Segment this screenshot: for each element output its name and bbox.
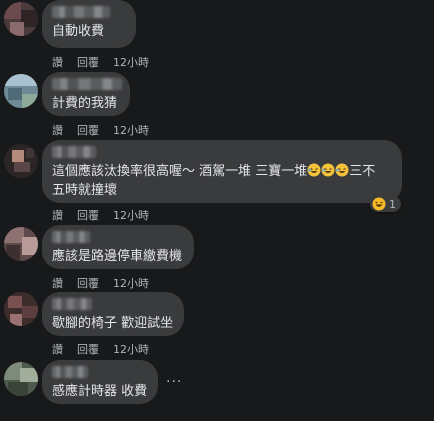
laughing-emoji-icon [307, 163, 321, 177]
comment-text-suffix: 三不 [349, 164, 376, 179]
author-name-blurred[interactable] [52, 366, 88, 378]
reaction-summary[interactable]: 1 [370, 196, 401, 212]
author-name-blurred[interactable] [52, 146, 96, 158]
avatar[interactable] [4, 292, 38, 326]
avatar[interactable] [4, 74, 38, 108]
comment-bubble: 計費的我猜 [42, 72, 130, 116]
comment-bubble: 自動收費 [42, 0, 136, 48]
reply-button[interactable]: 回覆 [77, 275, 99, 291]
author-name-blurred[interactable] [52, 78, 122, 90]
comment-bubble: 這個應該汰換率很高喔～ 酒駕一堆 三寶一堆 三不五時就撞壞 [42, 140, 402, 203]
avatar[interactable] [4, 144, 38, 178]
reply-button[interactable]: 回覆 [77, 54, 99, 70]
comment-text: 感應計時器 收費 [52, 384, 148, 399]
comment-actions: 讚 回覆 12小時 [52, 341, 149, 357]
comment-actions: 讚 回覆 12小時 [52, 122, 149, 138]
author-name-blurred[interactable] [52, 6, 110, 18]
comment-text: 計費的我猜 [52, 96, 118, 111]
reply-button[interactable]: 回覆 [77, 207, 99, 223]
comment-actions: 讚 回覆 12小時 [52, 207, 149, 223]
reaction-count: 1 [389, 197, 396, 211]
avatar[interactable] [4, 227, 38, 261]
avatar[interactable] [4, 2, 38, 36]
haha-reaction-icon [372, 197, 386, 211]
like-button[interactable]: 讚 [52, 207, 63, 223]
timestamp[interactable]: 12小時 [113, 207, 149, 223]
laughing-emoji-group [307, 163, 349, 179]
comment-actions: 讚 回覆 12小時 [52, 54, 149, 70]
like-button[interactable]: 讚 [52, 275, 63, 291]
avatar[interactable] [4, 362, 38, 396]
comment-text-line1: 這個應該汰換率很高喔～ 酒駕一堆 三寶一堆 [52, 164, 308, 179]
author-name-blurred[interactable] [52, 298, 92, 310]
comment-actions: 讚 回覆 12小時 [52, 275, 149, 291]
like-button[interactable]: 讚 [52, 54, 63, 70]
like-button[interactable]: 讚 [52, 341, 63, 357]
timestamp[interactable]: 12小時 [113, 122, 149, 138]
like-button[interactable]: 讚 [52, 122, 63, 138]
reply-button[interactable]: 回覆 [77, 122, 99, 138]
timestamp[interactable]: 12小時 [113, 54, 149, 70]
laughing-emoji-icon [335, 163, 349, 177]
comment-bubble: 應該是路邊停車繳費機 [42, 225, 194, 269]
laughing-emoji-icon [321, 163, 335, 177]
more-options-icon[interactable]: ··· [166, 374, 182, 390]
comment-text: 自動收費 [52, 24, 105, 39]
author-name-blurred[interactable] [52, 231, 90, 243]
comment-bubble: 歇腳的椅子 歡迎試坐 [42, 292, 184, 336]
comment-bubble: 感應計時器 收費 [42, 360, 158, 404]
reply-button[interactable]: 回覆 [77, 341, 99, 357]
comment-text: 這個應該汰換率很高喔～ 酒駕一堆 三寶一堆 三不五時就撞壞 [52, 162, 392, 200]
comment-text: 歇腳的椅子 歡迎試坐 [52, 316, 174, 331]
comment-text: 應該是路邊停車繳費機 [52, 249, 183, 264]
comment-text-line2: 五時就撞壞 [52, 183, 118, 198]
timestamp[interactable]: 12小時 [113, 341, 149, 357]
timestamp[interactable]: 12小時 [113, 275, 149, 291]
